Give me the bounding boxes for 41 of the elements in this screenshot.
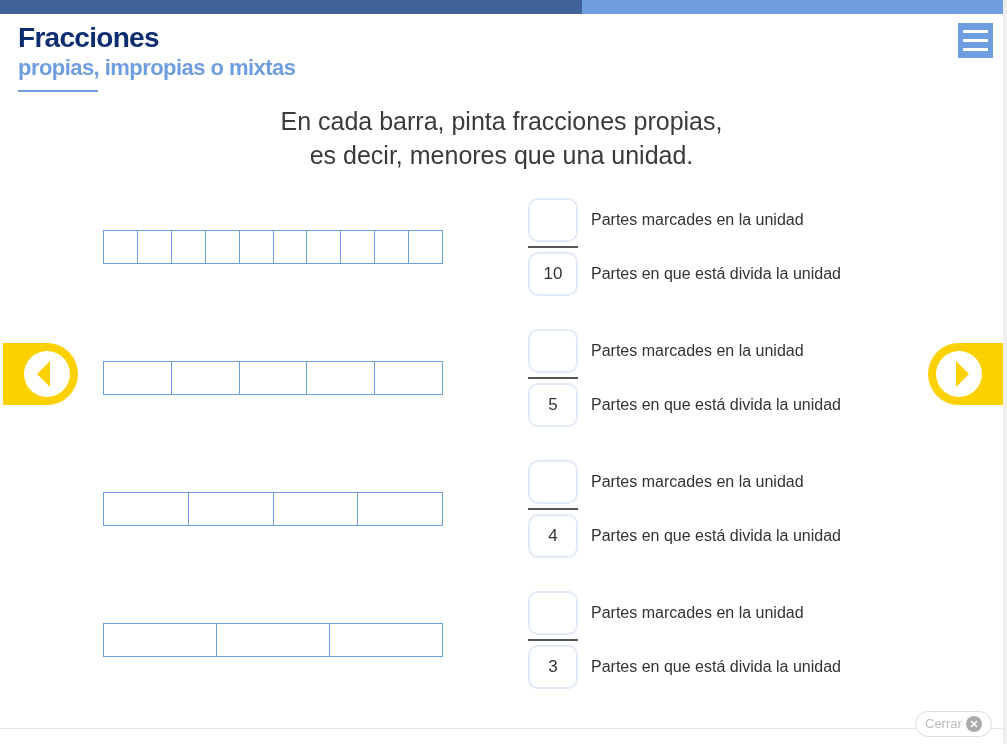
bar-segment[interactable]	[329, 623, 443, 657]
bar-segment[interactable]	[374, 361, 443, 395]
bar-segment[interactable]	[103, 361, 172, 395]
page-title: Fracciones	[18, 22, 160, 54]
answer-box[interactable]: 10	[528, 252, 578, 296]
bar-segment[interactable]	[136, 230, 172, 264]
bar-segment[interactable]	[103, 623, 217, 657]
denominator-label: Partes en que está divida la unidad	[591, 526, 841, 546]
previous-button[interactable]	[3, 343, 78, 405]
bar-segment[interactable]	[103, 492, 189, 526]
bar-segment[interactable]	[374, 230, 410, 264]
bar-segment[interactable]	[306, 230, 342, 264]
page-subtitle: propias, impropias o mixtas	[18, 54, 296, 82]
answer-box[interactable]: 3	[528, 645, 578, 689]
menu-button[interactable]	[958, 23, 993, 58]
bar-segment[interactable]	[170, 361, 240, 395]
bar-segment[interactable]	[408, 230, 444, 264]
bar-segment[interactable]	[204, 230, 240, 264]
close-icon	[965, 716, 982, 732]
bar-segment[interactable]	[170, 230, 206, 264]
denominator-label: Partes en que está divida la unidad	[591, 395, 841, 415]
denominator-label: Partes en que está divida la unidad	[591, 264, 841, 284]
instruction-text: En cada barra, pinta fracciones propias,	[280, 106, 723, 137]
next-button[interactable]	[928, 343, 1003, 405]
denominator-label: Partes en que está divida la unidad	[591, 657, 841, 677]
bar-segment[interactable]	[340, 230, 376, 264]
numerator-label: Partes marcades en la unidad	[591, 603, 804, 623]
bar-segment[interactable]	[187, 492, 274, 526]
bar-segment[interactable]	[306, 361, 376, 395]
bar-segment[interactable]	[238, 361, 308, 395]
bar-segment[interactable]	[238, 230, 274, 264]
answer-box[interactable]: 5	[528, 383, 578, 427]
numerator-label: Partes marcades en la unidad	[591, 472, 804, 492]
answer-box[interactable]: 4	[528, 514, 578, 558]
bar-segment[interactable]	[357, 492, 443, 526]
bar-segment[interactable]	[103, 230, 138, 264]
bar-segment[interactable]	[272, 492, 359, 526]
instruction-text: es decir, menores que una unidad.	[309, 140, 694, 171]
bar-segment[interactable]	[216, 623, 330, 657]
numerator-label: Partes marcades en la unidad	[591, 210, 804, 230]
numerator-label: Partes marcades en la unidad	[591, 341, 804, 361]
